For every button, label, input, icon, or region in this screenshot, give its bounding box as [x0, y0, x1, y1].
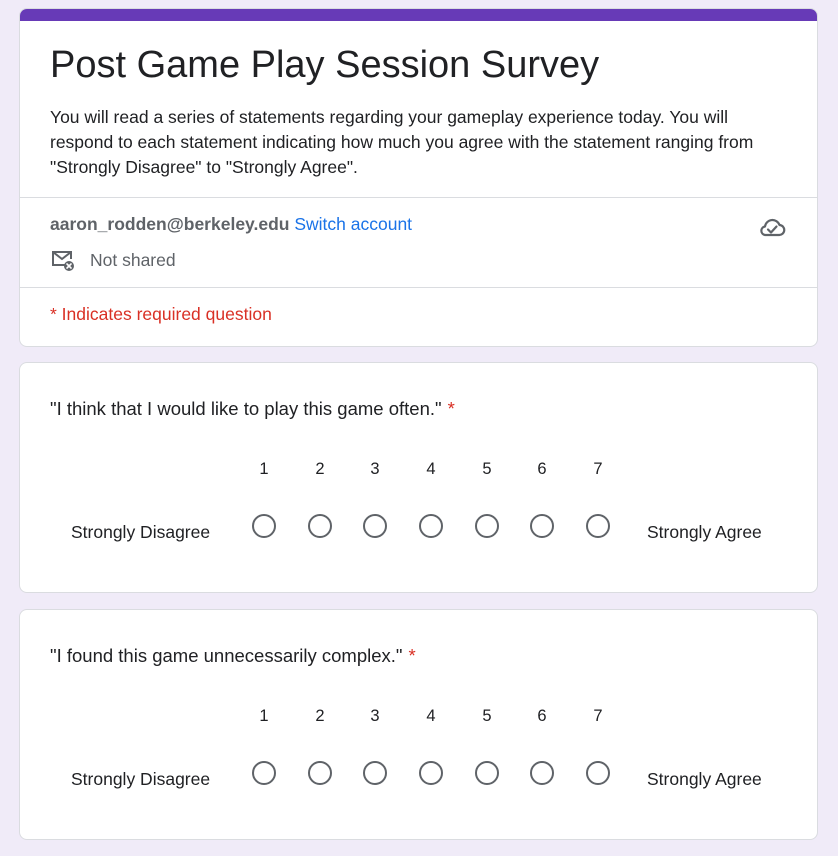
question-card: "I think that I would like to play this …	[19, 362, 818, 593]
scale-radio-4[interactable]	[419, 761, 443, 785]
scale-radio-5[interactable]	[475, 761, 499, 785]
header-divider	[20, 197, 817, 198]
scale-radio-4[interactable]	[419, 514, 443, 538]
scale-number: 2	[315, 707, 325, 725]
scale-radio-6[interactable]	[530, 514, 554, 538]
required-asterisk: *	[408, 645, 416, 666]
scale-number: 4	[426, 707, 436, 725]
scale-low-label: Strongly Disagree	[71, 522, 211, 542]
scale-radio-7[interactable]	[586, 514, 610, 538]
account-email: aaron_rodden@berkeley.edu	[50, 214, 290, 234]
sharing-status-text: Not shared	[90, 250, 176, 270]
scale-number: 3	[370, 707, 380, 725]
required-asterisk: *	[447, 398, 455, 419]
question-text: "I think that I would like to play this …	[50, 398, 442, 419]
question-card: "I found this game unnecessarily complex…	[19, 609, 818, 840]
scale-number: 3	[370, 460, 380, 478]
scale-radio-3[interactable]	[363, 514, 387, 538]
scale-number: 5	[482, 707, 492, 725]
scale-radio-1[interactable]	[252, 761, 276, 785]
scale-radio-2[interactable]	[308, 514, 332, 538]
question-title: "I found this game unnecessarily complex…	[50, 643, 416, 669]
scale-radio-1[interactable]	[252, 514, 276, 538]
mail-off-icon	[52, 251, 74, 271]
form-description: You will read a series of statements reg…	[50, 107, 754, 177]
scale-number: 7	[593, 460, 603, 478]
scale-radio-7[interactable]	[586, 761, 610, 785]
scale-number: 1	[259, 707, 269, 725]
scale-radio-6[interactable]	[530, 761, 554, 785]
question-title: "I think that I would like to play this …	[50, 396, 455, 422]
account-row: aaron_rodden@berkeley.edu Switch account	[50, 212, 412, 236]
required-question-note: * Indicates required question	[50, 304, 272, 324]
question-text: "I found this game unnecessarily complex…	[50, 645, 403, 666]
form-header-card: Post Game Play Session Survey You will r…	[19, 8, 818, 347]
account-divider	[20, 287, 817, 288]
header-accent-band	[20, 9, 817, 21]
sharing-status-row: Not shared	[50, 247, 176, 273]
scale-radio-5[interactable]	[475, 514, 499, 538]
scale-high-label: Strongly Agree	[647, 769, 762, 789]
scale-number: 6	[537, 460, 547, 478]
cloud-done-icon	[760, 218, 786, 237]
scale-number: 1	[259, 460, 269, 478]
scale-number: 4	[426, 460, 436, 478]
scale-number: 5	[482, 460, 492, 478]
scale-number: 6	[537, 707, 547, 725]
scale-high-label: Strongly Agree	[647, 522, 762, 542]
scale-number: 2	[315, 460, 325, 478]
scale-number: 7	[593, 707, 603, 725]
scale-radio-3[interactable]	[363, 761, 387, 785]
scale-low-label: Strongly Disagree	[71, 769, 211, 789]
scale-radio-2[interactable]	[308, 761, 332, 785]
form-title: Post Game Play Session Survey	[50, 44, 600, 86]
switch-account-link[interactable]: Switch account	[294, 214, 412, 234]
